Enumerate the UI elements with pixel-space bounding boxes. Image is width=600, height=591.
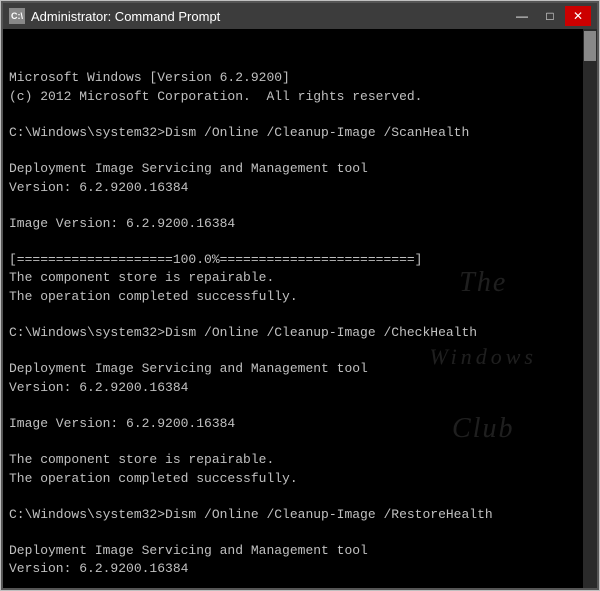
minimize-button[interactable]: —: [509, 6, 535, 26]
window-title: Administrator: Command Prompt: [31, 9, 220, 24]
console-output[interactable]: Microsoft Windows [Version 6.2.9200] (c)…: [3, 29, 597, 588]
window-controls: — □ ✕: [509, 6, 591, 26]
close-button[interactable]: ✕: [565, 6, 591, 26]
title-bar: C:\ Administrator: Command Prompt — □ ✕: [3, 3, 597, 29]
console-text: Microsoft Windows [Version 6.2.9200] (c)…: [9, 69, 591, 588]
maximize-button[interactable]: □: [537, 6, 563, 26]
scrollbar[interactable]: [583, 29, 597, 588]
window-icon: C:\: [9, 8, 25, 24]
scrollbar-thumb[interactable]: [584, 31, 596, 61]
title-bar-left: C:\ Administrator: Command Prompt: [9, 8, 220, 24]
command-prompt-window: C:\ Administrator: Command Prompt — □ ✕ …: [1, 1, 599, 590]
